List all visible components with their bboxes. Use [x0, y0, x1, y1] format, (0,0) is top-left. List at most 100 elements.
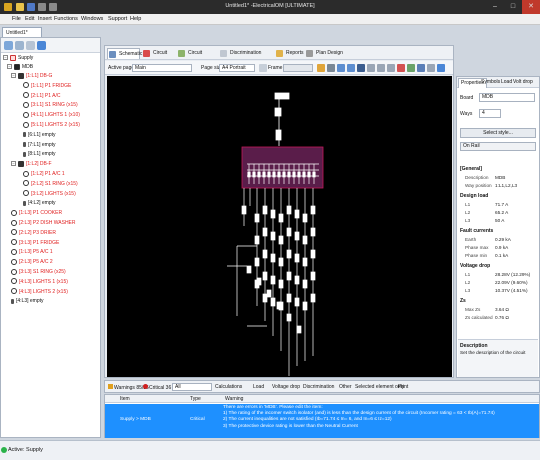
tree-item[interactable]: [6:L1] empty: [23, 131, 56, 140]
tree-item[interactable]: [5:L1] LIGHTS 2 (x15): [23, 121, 80, 130]
tree-item[interactable]: [8:L1] empty: [23, 150, 56, 159]
tree-item[interactable]: [4:L2] empty: [23, 199, 56, 208]
frame-select[interactable]: Frame: [268, 65, 282, 71]
zoom-slider[interactable]: [283, 64, 313, 72]
property-row[interactable]: Way position 1:L1,L2,L3: [465, 182, 537, 189]
maximize-button[interactable]: □: [504, 0, 522, 14]
tree-item[interactable]: − [1:L2] DB-F: [11, 160, 52, 169]
property-row[interactable]: Zs calculated 0.76 Ω: [465, 314, 537, 321]
grid-icon[interactable]: [367, 64, 375, 72]
schematic-canvas[interactable]: [107, 76, 452, 377]
tree-item[interactable]: [2:L2] S1 RING (x15): [23, 180, 78, 189]
tree-item[interactable]: [1:L3] P5 A/C 1: [11, 248, 53, 257]
selected-only-toggle[interactable]: Selected element only: [355, 384, 404, 390]
property-row[interactable]: L2 65.2 A: [465, 209, 537, 216]
ways-select[interactable]: 4: [479, 109, 501, 118]
tab-reports[interactable]: Reports: [275, 48, 304, 59]
tab-schematic[interactable]: Schematic: [107, 48, 142, 59]
col-item[interactable]: Item: [120, 396, 130, 402]
page-size-select[interactable]: A4 Portrait: [219, 64, 255, 72]
tab-symbols[interactable]: Symbols: [481, 79, 500, 85]
voltage-drop-toggle[interactable]: Voltage drop: [272, 384, 300, 390]
menu-windows[interactable]: Windows: [81, 16, 103, 22]
property-row[interactable]: Description MDB: [465, 174, 537, 181]
copy-icon[interactable]: [15, 41, 24, 50]
tree-item[interactable]: [2:L3] P5 A/C 2: [11, 258, 53, 267]
menu-support[interactable]: Support: [108, 16, 127, 22]
collapse-icon[interactable]: −: [11, 73, 16, 79]
property-section[interactable]: Fault currents: [460, 227, 536, 235]
zoom-in-icon[interactable]: [337, 64, 345, 72]
col-warning[interactable]: Warning: [225, 396, 243, 402]
property-section[interactable]: Voltage drop: [460, 262, 536, 270]
tree-item[interactable]: [3:L3] P1 FRIDGE: [11, 239, 59, 248]
other-toggle[interactable]: Other: [339, 384, 352, 390]
tree-item[interactable]: [4:L1] LIGHTS 1 (x10): [23, 111, 80, 120]
layout-icon[interactable]: [357, 64, 365, 72]
property-row[interactable]: L1 71.7 A: [465, 201, 537, 208]
tree-item[interactable]: [4:L3] LIGHTS 1 (x15): [11, 278, 68, 287]
settings-icon[interactable]: [427, 64, 435, 72]
collapse-icon[interactable]: −: [7, 64, 12, 70]
property-row[interactable]: Max Zs 3.64 Ω: [465, 306, 537, 313]
tab-plan-design[interactable]: Plan Design: [305, 48, 345, 59]
add-icon[interactable]: [4, 41, 13, 50]
document-tab[interactable]: Untitled1*: [2, 27, 42, 37]
minimize-button[interactable]: –: [486, 0, 504, 14]
table-icon[interactable]: [377, 64, 385, 72]
export-icon[interactable]: [417, 64, 425, 72]
tree-item[interactable]: [4:L3] LIGHTS 2 (x15): [11, 288, 68, 297]
tree-item[interactable]: [2:L2] P3 DRIER: [11, 229, 56, 238]
property-row[interactable]: Phase min 0.1 kA: [465, 252, 537, 259]
tree-item[interactable]: [4:L3] empty: [11, 297, 44, 306]
tab-load[interactable]: Load: [501, 79, 512, 85]
help-icon[interactable]: [437, 64, 445, 72]
calculations-toggle[interactable]: Calculations: [215, 384, 242, 390]
filter-select[interactable]: All: [172, 383, 212, 391]
filter-icon[interactable]: [37, 41, 46, 50]
tree-item[interactable]: [3:L3] S1 RING (x25): [11, 268, 66, 277]
property-row[interactable]: L3 50 A: [465, 217, 537, 224]
property-row[interactable]: L2 22.09V (9.60%): [465, 279, 537, 286]
discrimination-toggle[interactable]: Discrimination: [303, 384, 334, 390]
col-type[interactable]: Type: [190, 396, 201, 402]
tree-item[interactable]: [2:L3] P2 DISH WASHER: [11, 219, 76, 228]
on-rail-field[interactable]: On Rail: [460, 142, 536, 151]
tree-root[interactable]: − Supply: [3, 54, 33, 63]
collapse-icon[interactable]: −: [3, 55, 8, 61]
pen-icon[interactable]: [317, 64, 325, 72]
menu-edit[interactable]: Edit: [25, 16, 34, 22]
tab-discrimination-study[interactable]: Discrimination study: [219, 48, 273, 67]
property-row[interactable]: L1 28.28V (12.29%): [465, 271, 537, 278]
collapse-icon[interactable]: −: [11, 161, 16, 167]
tree-item[interactable]: [1:L2] P1 A/C 1: [23, 170, 65, 179]
active-page-select[interactable]: Main: [132, 64, 192, 72]
board-field[interactable]: MDB: [479, 93, 535, 102]
zoom-out-icon[interactable]: [347, 64, 355, 72]
table-row[interactable]: Supply > MDB Critical There are errors i…: [105, 404, 539, 438]
tree-mdb[interactable]: − MDB: [7, 63, 33, 72]
critical-count[interactable]: Critical 36: [143, 384, 171, 391]
property-section[interactable]: [General]: [460, 165, 536, 173]
property-row[interactable]: Earth 0.29 kA: [465, 236, 537, 243]
search-icon[interactable]: [26, 41, 35, 50]
property-section[interactable]: Design load: [460, 192, 536, 200]
move-icon[interactable]: [397, 64, 405, 72]
property-row[interactable]: L3 10.37V (4.51%): [465, 287, 537, 294]
image-icon[interactable]: [407, 64, 415, 72]
tab-circuit-edit[interactable]: Circuit edit: [142, 48, 175, 67]
tab-circuit-details[interactable]: Circuit details: [177, 48, 217, 67]
menu-functions[interactable]: Functions: [54, 16, 78, 22]
tree-item[interactable]: − [1:L1] DB-G: [11, 72, 52, 81]
print-button[interactable]: Print: [398, 384, 408, 390]
property-row[interactable]: Phase max 0.9 kA: [465, 244, 537, 251]
menu-help[interactable]: Help: [130, 16, 141, 22]
tree-item[interactable]: [3:L1] S1 RING (x15): [23, 101, 78, 110]
fit-icon[interactable]: [387, 64, 395, 72]
select-style-button[interactable]: Select style...: [460, 128, 536, 138]
tab-volt-drop[interactable]: Volt drop: [513, 79, 533, 85]
tree-item[interactable]: [7:L1] empty: [23, 141, 56, 150]
property-section[interactable]: Zs: [460, 297, 536, 305]
menu-file[interactable]: File: [12, 16, 21, 22]
tree-item[interactable]: [1:L3] P1 COOKER: [11, 209, 62, 218]
